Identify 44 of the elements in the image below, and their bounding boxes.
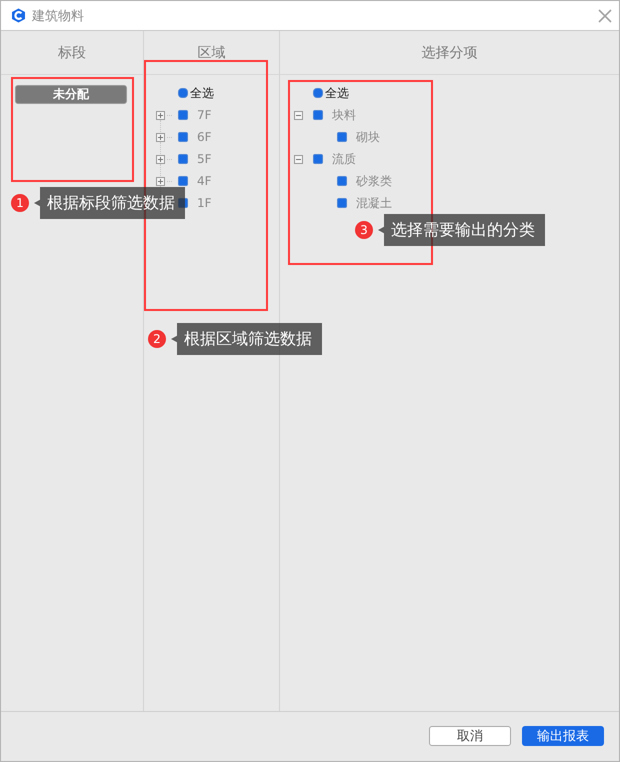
checkbox[interactable] [337, 176, 347, 186]
close-icon[interactable] [598, 8, 612, 22]
callout-tooltip: 选择需要输出的分类 [378, 214, 545, 246]
checkbox[interactable] [337, 132, 347, 142]
checkbox[interactable] [178, 176, 188, 186]
expand-icon[interactable] [156, 110, 165, 120]
column-header: 标段 [58, 44, 86, 62]
tree-item-label[interactable]: 流质 [332, 150, 356, 168]
checkbox[interactable] [313, 110, 323, 120]
collapse-icon[interactable] [294, 154, 303, 164]
step-number: 3 [355, 221, 373, 239]
tree-item-label[interactable]: 砂浆类 [356, 172, 392, 190]
checkbox[interactable] [178, 132, 188, 142]
tree-item-label[interactable]: 4F [197, 174, 212, 188]
logo-icon [11, 8, 26, 23]
checkbox[interactable] [313, 154, 323, 164]
expand-icon[interactable] [156, 154, 165, 164]
select-all-checkbox[interactable] [313, 88, 323, 98]
expand-icon[interactable] [156, 176, 165, 186]
checkbox[interactable] [178, 110, 188, 120]
tree-item-label[interactable]: 砌块 [356, 128, 380, 146]
tree-item-label[interactable]: 7F [197, 108, 212, 122]
tree-item-label[interactable]: 块料 [332, 106, 356, 124]
cancel-button[interactable]: 取消 [429, 726, 511, 746]
select-all-checkbox[interactable] [178, 88, 188, 98]
tree-item-label[interactable]: 5F [197, 152, 212, 166]
column-header: 区域 [198, 44, 226, 62]
callout-tooltip: 根据标段筛选数据 [34, 187, 185, 219]
select-all-label[interactable]: 全选 [190, 84, 214, 102]
window-title: 建筑物料 [32, 8, 84, 24]
step-number: 1 [11, 194, 29, 212]
tree-item-label[interactable]: 1F [197, 196, 212, 210]
collapse-icon[interactable] [294, 110, 303, 120]
column-header: 选择分项 [422, 44, 478, 62]
step-number: 2 [148, 330, 166, 348]
callout-tooltip: 根据区域筛选数据 [171, 323, 322, 355]
checkbox[interactable] [178, 154, 188, 164]
tree-item-label[interactable]: 混凝土 [356, 194, 392, 212]
tree-item-label[interactable]: 6F [197, 130, 212, 144]
segment-button[interactable]: 未分配 [15, 85, 127, 104]
checkbox[interactable] [337, 198, 347, 208]
select-all-label[interactable]: 全选 [325, 84, 349, 102]
expand-icon[interactable] [156, 132, 165, 142]
primary-button[interactable]: 输出报表 [522, 726, 604, 746]
